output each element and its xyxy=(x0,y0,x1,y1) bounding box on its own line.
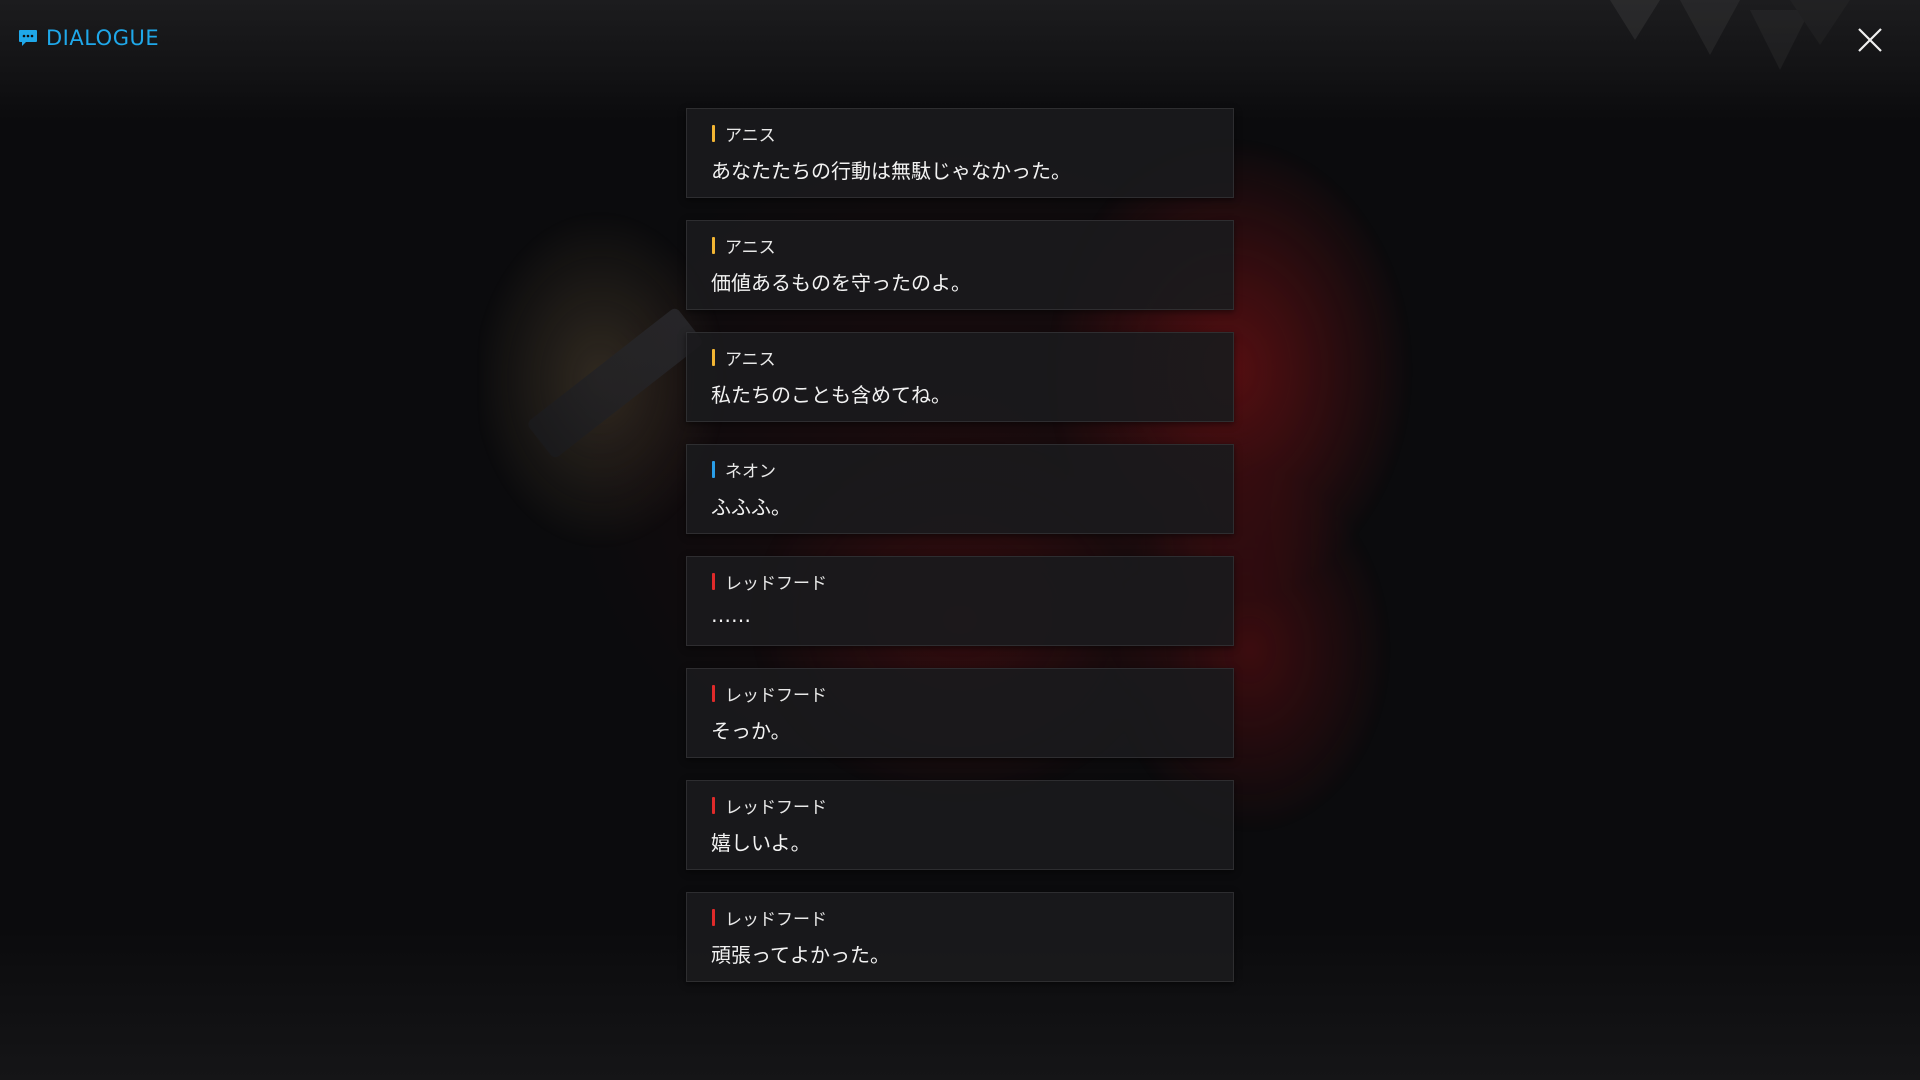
dialogue-header: DIALOGUE xyxy=(18,26,159,50)
page-title: DIALOGUE xyxy=(46,26,160,50)
speaker-color-bar xyxy=(712,684,715,702)
speaker-name: アニス xyxy=(725,349,776,370)
speaker-name: アニス xyxy=(725,237,776,258)
dialogue-line: 嬉しいよ。 xyxy=(711,831,811,855)
speaker-color-bar xyxy=(712,908,715,926)
speaker-row: アニス xyxy=(712,123,776,146)
speaker-color-bar xyxy=(712,572,715,590)
chat-bubble-icon xyxy=(18,29,38,47)
dialogue-entry: ネオン ふふふ。 xyxy=(686,444,1234,534)
dialogue-entry: アニス価値あるものを守ったのよ。 xyxy=(686,220,1234,310)
dialogue-entry: アニスあなたたちの行動は無駄じゃなかった。 xyxy=(686,108,1234,198)
dialogue-line: 私たちのことも含めてね。 xyxy=(711,383,951,407)
decorative-triangles xyxy=(1610,0,1850,70)
speaker-color-bar xyxy=(712,348,715,366)
speaker-row: アニス xyxy=(712,347,776,370)
dialogue-line: 価値あるものを守ったのよ。 xyxy=(711,271,971,295)
speaker-row: レッドフード xyxy=(712,795,827,818)
close-button[interactable] xyxy=(1856,26,1884,54)
dialogue-entry: レッドフード頑張ってよかった。 xyxy=(686,892,1234,982)
speaker-name: レッドフード xyxy=(725,685,827,706)
dialogue-list[interactable]: アニス あなたたちの行動は無駄じゃなかった。 アニス 価値あるものを守ったのよ。 アニス… xyxy=(686,108,1234,1004)
dialogue-entry: レッドフード嬉しいよ。 xyxy=(686,780,1234,870)
dialogue-line: …… xyxy=(711,603,751,627)
speaker-row: レッドフード xyxy=(712,571,827,594)
dialogue-entry: レッドフード …… xyxy=(686,556,1234,646)
speaker-color-bar xyxy=(712,236,715,254)
speaker-row: アニス xyxy=(712,235,776,258)
speaker-name: レッドフード xyxy=(725,797,827,818)
speaker-name: レッドフード xyxy=(725,573,827,594)
speaker-name: ネオン xyxy=(725,461,776,482)
speaker-row: レッドフード xyxy=(712,907,827,930)
speaker-name: アニス xyxy=(725,125,776,146)
dialogue-entry: レッドフードそっか。 xyxy=(686,668,1234,758)
speaker-color-bar xyxy=(712,460,715,478)
speaker-color-bar xyxy=(712,796,715,814)
dialogue-log-screen: DIALOGUE アニス あなたたちの行動は無駄じゃなかった。 アニス 価値あるものを… xyxy=(0,0,1920,1080)
dialogue-entry: アニス私たちのことも含めてね。 xyxy=(686,332,1234,422)
dialogue-line: ふふふ。 xyxy=(711,495,791,519)
dialogue-line: あなたたちの行動は無駄じゃなかった。 xyxy=(711,159,1071,183)
dialogue-line: そっか。 xyxy=(711,719,791,743)
speaker-row: ネオン xyxy=(712,459,776,482)
dialogue-line: 頑張ってよかった。 xyxy=(711,943,890,967)
close-icon[interactable] xyxy=(1856,26,1884,54)
speaker-color-bar xyxy=(712,124,715,142)
speaker-name: レッドフード xyxy=(725,909,827,930)
speaker-row: レッドフード xyxy=(712,683,827,706)
